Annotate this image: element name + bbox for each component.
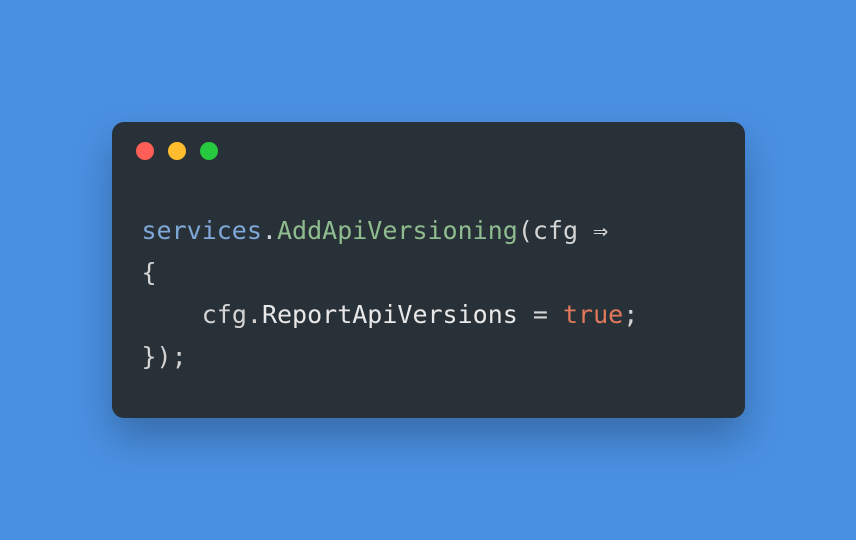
minimize-icon[interactable] <box>168 142 186 160</box>
code-window: services.AddApiVersioning(cfg ⇒ { cfg.Re… <box>112 122 745 418</box>
code-token-close: }); <box>142 342 187 371</box>
code-token-param: cfg <box>202 300 247 329</box>
close-icon[interactable] <box>136 142 154 160</box>
code-content: services.AddApiVersioning(cfg ⇒ { cfg.Re… <box>142 210 715 378</box>
code-token-paren: ( <box>518 216 533 245</box>
arrow-icon: ⇒ <box>593 216 608 245</box>
code-token-assign: = <box>518 300 563 329</box>
code-token-dot: . <box>262 216 277 245</box>
code-token-dot: . <box>247 300 262 329</box>
code-token-property: ReportApiVersions <box>262 300 518 329</box>
zoom-icon[interactable] <box>200 142 218 160</box>
window-titlebar <box>112 122 745 160</box>
code-indent <box>142 300 202 329</box>
code-token-keyword: true <box>563 300 623 329</box>
code-token-variable: services <box>142 216 262 245</box>
code-block: services.AddApiVersioning(cfg ⇒ { cfg.Re… <box>112 160 745 418</box>
code-token-brace: { <box>142 258 157 287</box>
code-token-semicolon: ; <box>623 300 638 329</box>
code-token-param: cfg <box>533 216 593 245</box>
code-token-method: AddApiVersioning <box>277 216 518 245</box>
